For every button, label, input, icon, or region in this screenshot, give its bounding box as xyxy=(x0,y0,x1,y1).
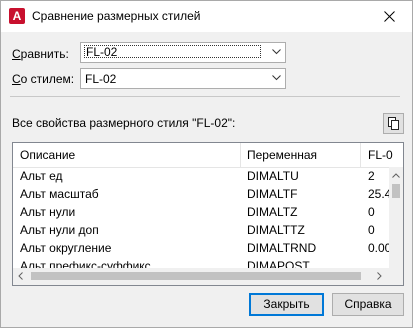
list-rows: Альт ед DIMALTU 2 Альт масштаб DIMALTF 2… xyxy=(13,167,392,275)
with-style-label: Со стилем: xyxy=(12,72,75,86)
help-button[interactable]: Справка xyxy=(332,293,404,316)
properties-list[interactable]: Описание Переменная FL-0 Альт ед DIMALTU… xyxy=(12,142,404,286)
column-header-style[interactable]: FL-0 xyxy=(368,148,393,162)
chevron-down-icon xyxy=(272,75,281,81)
scrollbar-corner xyxy=(389,268,403,285)
chevron-down-icon xyxy=(272,49,281,55)
cell-value: 0.00 xyxy=(368,241,392,255)
with-style-value: FL-02 xyxy=(85,72,117,86)
list-item[interactable]: Альт округление DIMALTRND 0.00 xyxy=(13,239,392,257)
cell-variable: DIMALTF xyxy=(247,187,298,201)
cell-description: Альт округление xyxy=(20,241,112,255)
separator xyxy=(10,96,400,97)
compare-style-value: FL-02 xyxy=(84,45,261,58)
cell-description: Альт нули доп xyxy=(20,223,99,237)
cell-variable: DIMALTU xyxy=(247,169,299,183)
compare-label: Сравнить: xyxy=(12,47,69,61)
list-item[interactable]: Альт нули доп DIMALTTZ 0 xyxy=(13,221,389,239)
vertical-scrollbar[interactable] xyxy=(389,167,403,268)
list-item[interactable]: Альт ед DIMALTU 2 xyxy=(13,167,389,185)
section-label: Все свойства размерного стиля "FL-02": xyxy=(12,116,236,130)
close-icon xyxy=(384,11,395,22)
cell-description: Альт нули xyxy=(20,205,76,219)
close-window-button[interactable] xyxy=(366,1,412,32)
scroll-right-icon[interactable] xyxy=(377,272,382,280)
column-header-variable[interactable]: Переменная xyxy=(247,148,317,162)
cell-value: 2 xyxy=(368,169,375,183)
list-item[interactable]: Альт нули DIMALTZ 0 xyxy=(13,203,389,221)
copy-to-clipboard-button[interactable] xyxy=(383,113,404,134)
cell-value: 0 xyxy=(368,205,375,219)
cell-variable: DIMALTZ xyxy=(247,205,298,219)
cell-value: 25.4 xyxy=(368,187,392,201)
cell-variable: DIMALTTZ xyxy=(247,223,305,237)
compare-style-select[interactable]: FL-02 xyxy=(80,42,286,63)
close-button[interactable]: Закрыть xyxy=(249,293,324,316)
scroll-up-icon[interactable] xyxy=(392,173,400,178)
title-bar: A Сравнение размерных стилей xyxy=(1,1,412,32)
list-item[interactable]: Альт масштаб DIMALTF 25.4 xyxy=(13,185,392,203)
cell-description: Альт масштаб xyxy=(20,187,99,201)
autocad-app-icon: A xyxy=(9,8,25,24)
window-title: Сравнение размерных стилей xyxy=(32,9,201,23)
scroll-left-icon[interactable] xyxy=(18,272,23,280)
column-divider[interactable] xyxy=(360,143,361,167)
with-style-select[interactable]: FL-02 xyxy=(80,68,286,89)
horizontal-scrollbar[interactable] xyxy=(13,268,389,285)
horizontal-scroll-thumb[interactable] xyxy=(31,272,361,280)
vertical-scroll-thumb[interactable] xyxy=(392,184,400,198)
dialog-window: A Сравнение размерных стилей Сравнить: F… xyxy=(0,0,413,328)
copy-icon xyxy=(388,117,399,130)
cell-value: 0 xyxy=(368,223,375,237)
cell-variable: DIMALTRND xyxy=(247,241,317,255)
column-header-description[interactable]: Описание xyxy=(20,148,75,162)
cell-description: Альт ед xyxy=(20,169,63,183)
column-divider[interactable] xyxy=(240,143,241,167)
list-header: Описание Переменная FL-0 xyxy=(13,143,403,168)
